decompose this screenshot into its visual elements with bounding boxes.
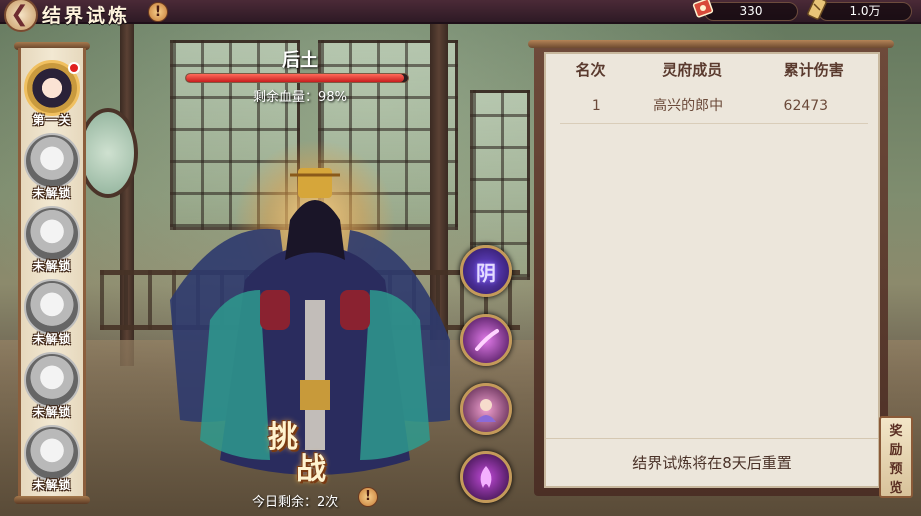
shoulder-ornament (340, 290, 370, 330)
avatar (24, 279, 80, 335)
scroll-count: 1.0万 (849, 4, 881, 18)
belt-ornament (300, 380, 330, 410)
stage-portrait-6[interactable]: 未解锁 (22, 425, 82, 492)
challenge-button[interactable]: 挑 战 (268, 412, 332, 487)
yin-skill-icon[interactable]: 阴 (460, 245, 512, 297)
stage-portrait-2[interactable]: 未解锁 (22, 133, 82, 200)
crown (298, 168, 332, 198)
info-icon[interactable]: ! (148, 2, 168, 22)
row-damage: 62473 (783, 98, 829, 114)
stage-portrait-1[interactable]: 第一关 (22, 60, 82, 127)
reward-label-2: 预览 (889, 462, 903, 496)
avatar (24, 425, 80, 481)
table-row: 1 高兴的郎中 62473 (560, 90, 868, 124)
avatar (24, 206, 80, 262)
avatar (24, 352, 80, 408)
stage-caption: 未解锁 (32, 478, 72, 492)
boss-hp-text: 剩余血量：98% (253, 90, 347, 105)
row-rank: 1 (591, 98, 601, 114)
row-member: 高兴的郎中 (653, 98, 724, 114)
scroll-icon (807, 0, 827, 20)
reset-notice: 结界试炼将在8天后重置 (546, 438, 878, 486)
info-icon[interactable]: ! (358, 487, 378, 507)
round-window (78, 108, 138, 198)
flame-skill-icon[interactable] (460, 451, 512, 503)
challenge-label-2: 战 (296, 452, 326, 487)
ticket-count: 330 (739, 4, 763, 18)
back-arrow-icon: ❮ (10, 2, 29, 27)
slash-glyph (475, 329, 499, 351)
ticket-icon (692, 0, 714, 18)
ranking-header: 名次 灵府成员 累计伤害 (546, 54, 878, 86)
challenge-label-1: 挑 (268, 420, 298, 455)
stage-caption: 未解锁 (32, 259, 72, 273)
col-header-rank: 名次 (575, 61, 606, 79)
yin-skill-label: 阴 (476, 260, 496, 285)
page-title: 结界试炼 (42, 5, 131, 27)
avatar (24, 133, 80, 189)
boss-name: 后土 (282, 50, 318, 71)
stage-portrait-4[interactable]: 未解锁 (22, 279, 82, 346)
scroll-counter: 1.0万 (818, 2, 912, 21)
boss-hp-fill (186, 74, 404, 82)
remaining-attempts: 今日剩余：2次 (252, 495, 339, 510)
reward-preview-button[interactable]: 奖励 预览 (879, 416, 913, 498)
summon-glyph (476, 399, 496, 422)
ticket-counter: 330 (704, 2, 798, 21)
scroll-rod-bottom (14, 496, 90, 504)
stage-caption: 未解锁 (32, 186, 72, 200)
notification-dot (68, 62, 80, 74)
summon-skill-icon[interactable] (460, 383, 512, 435)
reward-label-1: 奖励 (889, 424, 903, 458)
col-header-damage: 累计伤害 (783, 61, 844, 79)
slash-skill-icon[interactable] (460, 314, 512, 366)
shoulder-ornament (260, 290, 290, 330)
boss-hp-bar (185, 73, 409, 83)
stage-caption: 未解锁 (32, 332, 72, 346)
ranking-panel: 名次 灵府成员 累计伤害 1 高兴的郎中 62473 结界试炼将在8天后重置 (544, 52, 880, 488)
stage-caption: 第一关 (32, 113, 72, 127)
col-header-member: 灵府成员 (662, 61, 723, 79)
stage-portrait-5[interactable]: 未解锁 (22, 352, 82, 419)
stage-caption: 未解锁 (32, 405, 72, 419)
stage-portrait-3[interactable]: 未解锁 (22, 206, 82, 273)
flame-glyph (480, 466, 492, 488)
